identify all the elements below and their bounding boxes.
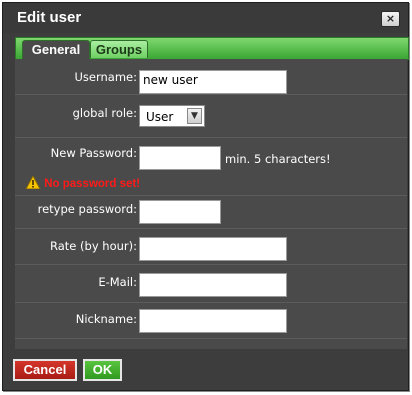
close-icon: × bbox=[385, 12, 396, 25]
nickname-input[interactable] bbox=[139, 309, 287, 333]
tab-general[interactable]: General bbox=[22, 40, 90, 60]
retype-label: retype password: bbox=[37, 202, 137, 216]
nickname-label: Nickname: bbox=[75, 312, 137, 326]
edit-user-dialog: Edit user × General Groups Username: new… bbox=[2, 2, 409, 391]
password-warning-text: No password set! bbox=[44, 178, 141, 190]
nickname-row: Nickname: bbox=[15, 303, 407, 339]
role-select-value: User bbox=[146, 110, 174, 124]
password-hint: min. 5 characters! bbox=[225, 152, 331, 166]
rate-input[interactable] bbox=[139, 237, 287, 261]
ok-button[interactable]: OK bbox=[83, 359, 122, 381]
close-button[interactable]: × bbox=[381, 11, 400, 27]
general-panel: Username: new user global role: User ▼ N… bbox=[15, 59, 407, 349]
password-warning: No password set! bbox=[25, 176, 140, 192]
username-input[interactable]: new user bbox=[139, 70, 287, 94]
warning-icon bbox=[25, 176, 41, 189]
dialog-titlebar[interactable]: Edit user × bbox=[3, 3, 408, 33]
email-row: E-Mail: bbox=[15, 265, 407, 303]
password-input[interactable] bbox=[139, 146, 221, 170]
role-row: global role: User ▼ bbox=[15, 100, 407, 138]
role-select[interactable]: User ▼ bbox=[139, 105, 205, 127]
dialog-title: Edit user bbox=[17, 9, 82, 26]
role-label: global role: bbox=[72, 106, 137, 120]
email-label: E-Mail: bbox=[98, 275, 137, 289]
cancel-button[interactable]: Cancel bbox=[13, 359, 77, 381]
tab-groups[interactable]: Groups bbox=[90, 40, 148, 58]
username-row: Username: new user bbox=[15, 59, 407, 95]
chevron-down-icon: ▼ bbox=[187, 108, 202, 124]
rate-label: Rate (by hour): bbox=[50, 239, 137, 253]
username-label: Username: bbox=[74, 70, 138, 84]
retype-password-input[interactable] bbox=[139, 200, 221, 224]
rate-row: Rate (by hour): bbox=[15, 229, 407, 265]
tab-bar: General Groups bbox=[15, 37, 409, 60]
retype-row: retype password: bbox=[15, 196, 407, 229]
email-input[interactable] bbox=[139, 273, 287, 297]
password-label: New Password: bbox=[50, 146, 137, 160]
